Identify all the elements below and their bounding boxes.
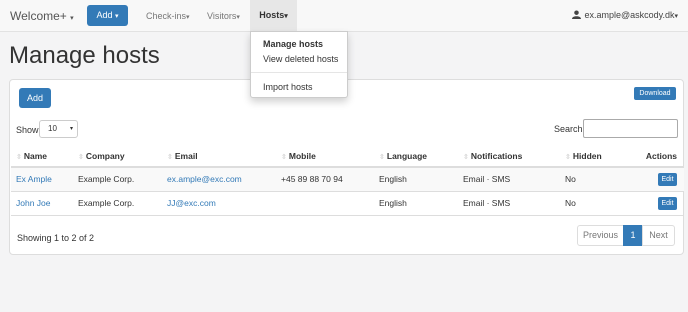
- cell-company: Example Corp.: [73, 167, 162, 192]
- add-menu-label: Add: [96, 10, 113, 20]
- next-button[interactable]: Next: [642, 225, 675, 246]
- sort-icon: ⇳: [565, 154, 571, 161]
- nav-checkins[interactable]: Check-ins▾: [146, 11, 190, 21]
- sort-icon: ⇳: [16, 154, 22, 161]
- cell-mobile: [276, 191, 374, 216]
- column-header-email[interactable]: ⇳ Email: [162, 146, 276, 168]
- chevron-down-icon: ▾: [236, 14, 240, 21]
- cell-notifications: Email · SMS: [458, 191, 560, 216]
- page-button-current[interactable]: 1: [623, 225, 643, 246]
- user-icon: [572, 10, 582, 19]
- search-input[interactable]: [583, 119, 678, 138]
- column-header-hidden[interactable]: ⇳ Hidden: [560, 146, 628, 168]
- show-label: Show: [16, 125, 39, 135]
- page-title: Manage hosts: [9, 42, 160, 69]
- cell-company: Example Corp.: [73, 191, 162, 216]
- sort-icon: ⇳: [379, 154, 385, 161]
- sort-icon: ⇳: [167, 154, 173, 161]
- add-host-button[interactable]: Add: [19, 88, 51, 108]
- column-label: Notifications: [470, 151, 523, 161]
- cell-name[interactable]: John Joe: [11, 191, 73, 216]
- nav-hosts-label: Hosts: [259, 10, 285, 20]
- hosts-dropdown-menu: Manage hosts View deleted hosts Import h…: [250, 31, 348, 98]
- cell-name[interactable]: Ex Ample: [11, 167, 73, 192]
- cell-email[interactable]: JJ@exc.com: [162, 191, 276, 216]
- cell-hidden: No: [560, 191, 628, 216]
- edit-button[interactable]: Edit: [658, 196, 677, 210]
- menu-divider: [251, 72, 347, 73]
- search-label: Search:: [554, 124, 586, 134]
- column-label: Company: [85, 151, 125, 161]
- download-button[interactable]: Download: [634, 87, 676, 100]
- email-link[interactable]: JJ@exc.com: [167, 198, 216, 208]
- pagination: Previous 1 Next: [577, 225, 675, 246]
- cell-language: English: [374, 191, 458, 216]
- cell-actions: Edit: [628, 167, 684, 192]
- table-info: Showing 1 to 2 of 2: [17, 233, 95, 243]
- edit-button[interactable]: Edit: [658, 172, 677, 186]
- column-header-company[interactable]: ⇳ Company: [73, 146, 162, 168]
- menu-item-manage-hosts[interactable]: Manage hosts: [263, 39, 323, 49]
- sort-icon: ⇳: [78, 154, 84, 161]
- table-header-row: ⇳ Name ⇳ Company ⇳ Email ⇳ Mobile ⇳ Language …: [11, 146, 684, 168]
- user-menu[interactable]: ex.ample@askcody.dk▾: [572, 10, 678, 20]
- chevron-down-icon: ▾: [284, 13, 288, 20]
- previous-button[interactable]: Previous: [577, 225, 624, 246]
- nav-visitors-label: Visitors: [207, 11, 237, 21]
- cell-language: English: [374, 167, 458, 192]
- nav-hosts[interactable]: Hosts▾: [250, 0, 297, 31]
- column-label: Hidden: [572, 151, 602, 161]
- page-length-value: 10: [48, 124, 57, 133]
- table-row: Ex Ample Example Corp. ex.ample@exc.com …: [11, 167, 684, 192]
- chevron-down-icon: ▾: [70, 15, 74, 22]
- user-email: ex.ample@askcody.dk: [584, 10, 675, 20]
- column-label: Mobile: [288, 151, 316, 161]
- navbar: Welcome+ ▾ Add ▾ Check-ins▾ Visitors▾ Ho…: [0, 0, 688, 32]
- host-name-link[interactable]: John Joe: [16, 198, 51, 208]
- column-header-language[interactable]: ⇳ Language: [374, 146, 458, 168]
- cell-mobile: +45 89 88 70 94: [276, 167, 374, 192]
- cell-email[interactable]: ex.ample@exc.com: [162, 167, 276, 192]
- brand-label: Welcome+: [10, 9, 67, 23]
- column-label: Email: [174, 151, 198, 161]
- column-label: Name: [23, 151, 48, 161]
- host-name-link[interactable]: Ex Ample: [16, 174, 52, 184]
- menu-item-view-deleted-hosts[interactable]: View deleted hosts: [263, 54, 338, 64]
- chevron-down-icon: ▾: [69, 126, 73, 132]
- column-label: Actions: [645, 151, 677, 161]
- column-header-name[interactable]: ⇳ Name: [11, 146, 73, 168]
- nav-checkins-label: Check-ins: [146, 11, 187, 21]
- chevron-down-icon: ▾: [115, 13, 119, 20]
- hosts-panel: Add Download Show 10 ▾ Search: ⇳ Name ⇳ Co…: [9, 79, 684, 255]
- add-menu-button[interactable]: Add ▾: [87, 5, 128, 26]
- column-header-notifications[interactable]: ⇳ Notifications: [458, 146, 560, 168]
- cell-hidden: No: [560, 167, 628, 192]
- brand-menu[interactable]: Welcome+ ▾: [10, 9, 74, 23]
- table-row: John Joe Example Corp. JJ@exc.com Englis…: [11, 191, 684, 216]
- nav-visitors[interactable]: Visitors▾: [207, 11, 240, 21]
- column-header-actions: Actions: [628, 146, 684, 168]
- hosts-table: ⇳ Name ⇳ Company ⇳ Email ⇳ Mobile ⇳ Language …: [11, 146, 684, 216]
- column-header-mobile[interactable]: ⇳ Mobile: [276, 146, 374, 168]
- email-link[interactable]: ex.ample@exc.com: [167, 174, 242, 184]
- cell-notifications: Email · SMS: [458, 167, 560, 192]
- chevron-down-icon: ▾: [186, 14, 190, 21]
- menu-item-import-hosts[interactable]: Import hosts: [263, 82, 313, 92]
- cell-actions: Edit: [628, 191, 684, 216]
- column-label: Language: [386, 151, 428, 161]
- sort-icon: ⇳: [281, 154, 287, 161]
- page-length-select[interactable]: 10 ▾: [39, 120, 78, 138]
- chevron-down-icon: ▾: [674, 13, 678, 20]
- sort-icon: ⇳: [463, 154, 469, 161]
